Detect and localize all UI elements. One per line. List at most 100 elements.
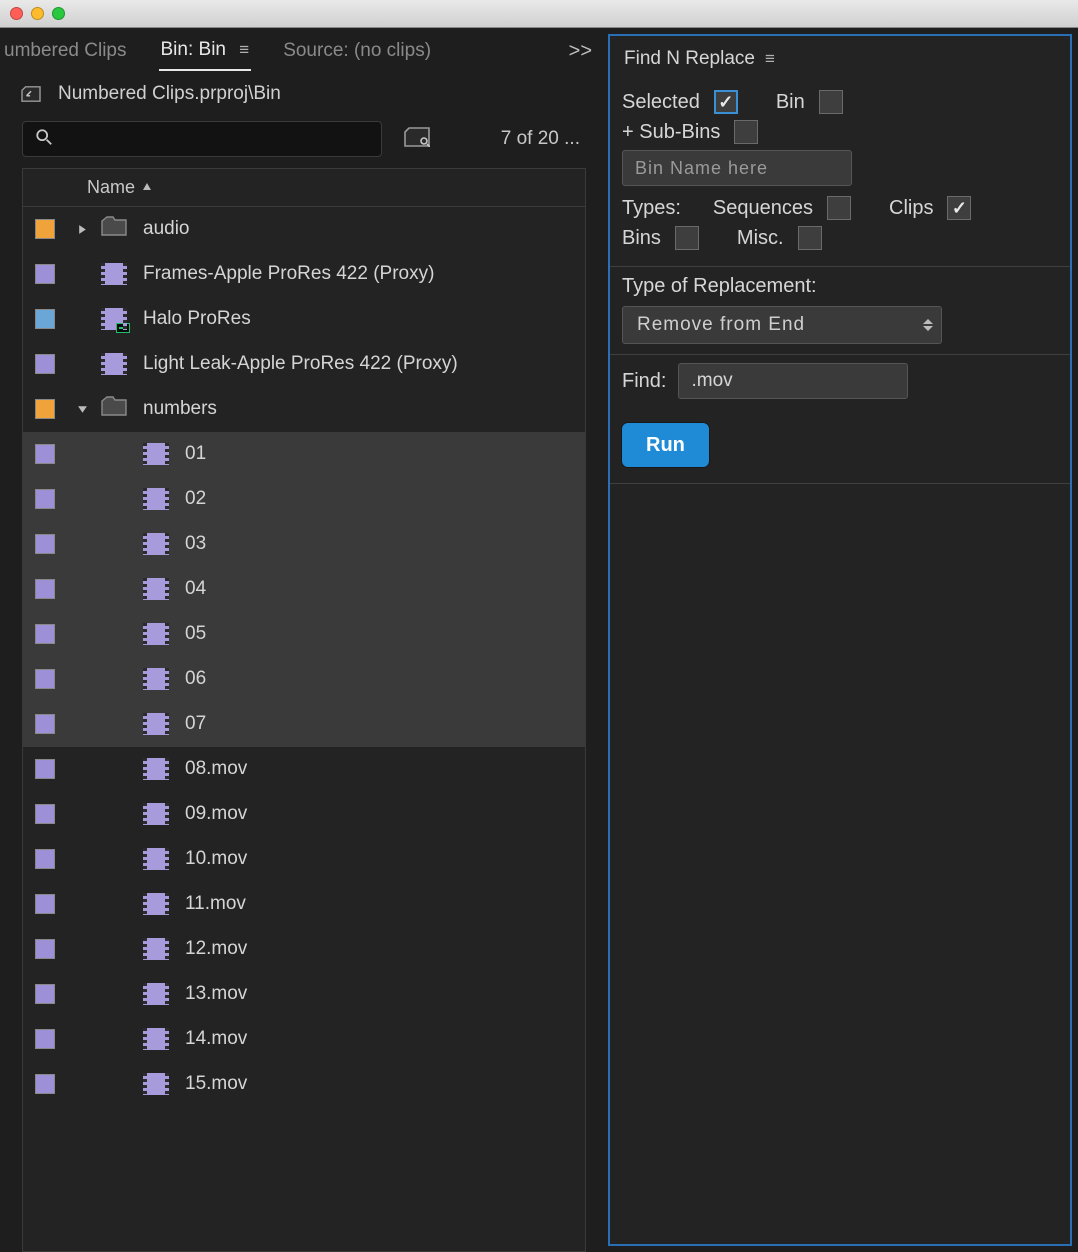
table-row[interactable]: numbers <box>23 387 585 432</box>
close-icon[interactable] <box>10 7 23 20</box>
clip-icon <box>141 443 171 465</box>
clip-icon <box>141 713 171 735</box>
label-color-swatch[interactable] <box>35 1074 55 1094</box>
table-row[interactable]: Frames-Apple ProRes 422 (Proxy) <box>23 252 585 297</box>
label-color-swatch[interactable] <box>35 219 55 239</box>
tabs-overflow-icon[interactable]: >> <box>561 36 600 67</box>
window-titlebar <box>0 0 1078 28</box>
table-row[interactable]: audio <box>23 207 585 252</box>
label-color-swatch[interactable] <box>35 669 55 689</box>
table-row[interactable]: 06 <box>23 657 585 702</box>
label-color-swatch[interactable] <box>35 984 55 1004</box>
replacement-type-label: Type of Replacement: <box>622 275 1058 298</box>
tab-source[interactable]: Source: (no clips) <box>281 32 433 70</box>
chevron-right-icon[interactable] <box>71 224 93 235</box>
clip-icon <box>99 353 129 375</box>
replacement-type-select[interactable]: Remove from End <box>622 306 942 344</box>
zoom-icon[interactable] <box>52 7 65 20</box>
label-color-swatch[interactable] <box>35 354 55 374</box>
table-row[interactable]: 01 <box>23 432 585 477</box>
panel-title: Find N Replace <box>624 48 755 70</box>
label-color-swatch[interactable] <box>35 1029 55 1049</box>
table-row[interactable]: 15.mov <box>23 1062 585 1107</box>
new-bin-icon[interactable] <box>404 127 430 152</box>
table-row[interactable]: 08.mov <box>23 747 585 792</box>
panel-menu-icon[interactable]: ≡ <box>239 40 249 59</box>
item-name: 14.mov <box>185 1028 573 1050</box>
table-row[interactable]: 09.mov <box>23 792 585 837</box>
sequence-icon <box>99 308 129 330</box>
label-color-swatch[interactable] <box>35 399 55 419</box>
search-input-wrap[interactable] <box>22 121 382 157</box>
types-sequences-label: Sequences <box>713 197 813 220</box>
types-bins-checkbox[interactable] <box>675 226 699 250</box>
label-color-swatch[interactable] <box>35 444 55 464</box>
item-name: 06 <box>185 668 573 690</box>
label-color-swatch[interactable] <box>35 894 55 914</box>
search-icon <box>35 128 53 151</box>
clip-icon <box>141 1028 171 1050</box>
types-clips-checkbox[interactable] <box>947 196 971 220</box>
table-row[interactable]: 07 <box>23 702 585 747</box>
types-label: Types: <box>622 197 681 220</box>
clip-icon <box>141 533 171 555</box>
clip-icon <box>141 848 171 870</box>
item-name: 11.mov <box>185 893 573 915</box>
clip-icon <box>141 983 171 1005</box>
item-name: 12.mov <box>185 938 573 960</box>
scope-bin-checkbox[interactable] <box>819 90 843 114</box>
label-color-swatch[interactable] <box>35 939 55 959</box>
item-name: 07 <box>185 713 573 735</box>
table-row[interactable]: 11.mov <box>23 882 585 927</box>
label-color-swatch[interactable] <box>35 804 55 824</box>
clip-icon <box>141 668 171 690</box>
tab-label: Bin: Bin <box>161 39 226 60</box>
table-row[interactable]: 04 <box>23 567 585 612</box>
types-sequences-checkbox[interactable] <box>827 196 851 220</box>
clip-icon <box>141 938 171 960</box>
scope-bin-label: Bin <box>776 91 805 114</box>
tab-numbered-clips[interactable]: umbered Clips <box>2 32 129 70</box>
scope-subbins-checkbox[interactable] <box>734 120 758 144</box>
bin-name-input[interactable] <box>622 150 852 186</box>
column-name-label[interactable]: Name <box>87 177 135 198</box>
label-color-swatch[interactable] <box>35 714 55 734</box>
table-header[interactable]: Name <box>23 169 585 207</box>
types-misc-checkbox[interactable] <box>798 226 822 250</box>
chevron-down-icon[interactable] <box>71 404 93 415</box>
clip-icon <box>141 578 171 600</box>
item-name: Halo ProRes <box>143 308 573 330</box>
table-row[interactable]: 14.mov <box>23 1017 585 1062</box>
label-color-swatch[interactable] <box>35 309 55 329</box>
table-row[interactable]: 10.mov <box>23 837 585 882</box>
label-color-swatch[interactable] <box>35 759 55 779</box>
scope-selected-checkbox[interactable] <box>714 90 738 114</box>
replacement-type-value: Remove from End <box>637 314 805 336</box>
tab-bin-bin[interactable]: Bin: Bin ≡ <box>159 31 252 71</box>
table-row[interactable]: 02 <box>23 477 585 522</box>
table-row[interactable]: Light Leak-Apple ProRes 422 (Proxy) <box>23 342 585 387</box>
label-color-swatch[interactable] <box>35 624 55 644</box>
clip-icon <box>99 263 129 285</box>
label-color-swatch[interactable] <box>35 579 55 599</box>
table-row[interactable]: 03 <box>23 522 585 567</box>
table-row[interactable]: Halo ProRes <box>23 297 585 342</box>
types-bins-label: Bins <box>622 227 661 250</box>
table-row[interactable]: 05 <box>23 612 585 657</box>
search-input[interactable] <box>63 130 369 148</box>
navigate-up-icon[interactable] <box>20 85 42 103</box>
minimize-icon[interactable] <box>31 7 44 20</box>
project-table: Name audioFrames-Apple ProRes 422 (Proxy… <box>22 168 586 1252</box>
label-color-swatch[interactable] <box>35 534 55 554</box>
label-color-swatch[interactable] <box>35 849 55 869</box>
panel-menu-icon[interactable]: ≡ <box>765 49 775 69</box>
item-name: 02 <box>185 488 573 510</box>
table-row[interactable]: 12.mov <box>23 927 585 972</box>
label-color-swatch[interactable] <box>35 489 55 509</box>
label-color-swatch[interactable] <box>35 264 55 284</box>
clip-icon <box>141 893 171 915</box>
find-input[interactable] <box>678 363 908 399</box>
run-button[interactable]: Run <box>622 423 709 467</box>
table-row[interactable]: 13.mov <box>23 972 585 1017</box>
types-misc-label: Misc. <box>737 227 784 250</box>
